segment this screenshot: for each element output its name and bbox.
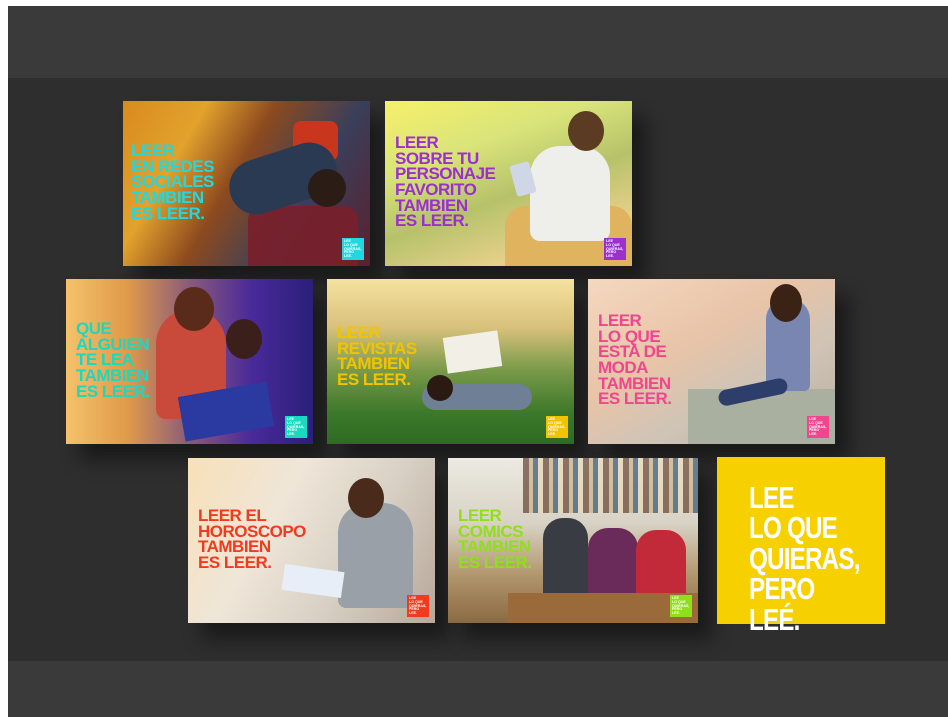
head-shape bbox=[348, 478, 384, 518]
person-shape bbox=[543, 518, 588, 603]
head-shape bbox=[568, 111, 604, 151]
poster-headline: LEER EL HOROSCOPO TAMBIEN ES LEER. bbox=[198, 506, 306, 572]
poster-card-revistas: LEER REVISTAS TAMBIEN ES LEER. LEE LO QU… bbox=[327, 279, 574, 444]
poster-logo-badge: LEE LO QUE QUIERAS, PERO LEE. bbox=[342, 238, 364, 260]
poster-headline: LEER LO QUE ESTA DE MODA TAMBIEN ES LEER… bbox=[598, 311, 672, 409]
slogan-text: LEE LO QUE QUIERAS, PERO LEÉ. bbox=[749, 480, 860, 637]
poster-headline: LEER SOBRE TU PERSONAJE FAVORITO TAMBIEN… bbox=[395, 133, 496, 231]
poster-headline: LEER EN REDES SOCIALES TAMBIEN ES LEER. bbox=[131, 141, 214, 223]
poster-logo-badge: LEE LO QUE QUIERAS, PERO LEE. bbox=[670, 595, 692, 617]
poster-logo-badge: LEE LO QUE QUIERAS, PERO LEE. bbox=[604, 238, 626, 260]
poster-headline: LEER REVISTAS TAMBIEN ES LEER. bbox=[337, 323, 417, 389]
poster-logo-badge: LEE LO QUE QUIERAS, PERO LEE. bbox=[546, 416, 568, 438]
poster-card-personaje-favorito: LEER SOBRE TU PERSONAJE FAVORITO TAMBIEN… bbox=[385, 101, 632, 266]
mother-head-shape bbox=[174, 287, 214, 331]
person-shape bbox=[338, 503, 413, 608]
poster-card-que-alguien-te-lea: QUE ALGUIEN TE LEA TAMBIEN ES LEER. LEE … bbox=[66, 279, 313, 444]
mockup-frame: LEER EN REDES SOCIALES TAMBIEN ES LEER. … bbox=[8, 6, 948, 717]
poster-card-horoscopo: LEER EL HOROSCOPO TAMBIEN ES LEER. LEE L… bbox=[188, 458, 435, 623]
magazine-shape bbox=[442, 330, 503, 374]
slogan-card: LEE LO QUE QUIERAS, PERO LEÉ. bbox=[717, 457, 885, 634]
poster-card-comics: LEER COMICS TAMBIEN ES LEER. LEE LO QUE … bbox=[448, 458, 698, 623]
poster-logo-badge: LEE LO QUE QUIERAS, PERO LEE. bbox=[807, 416, 829, 438]
person-shape bbox=[530, 146, 610, 241]
bookshelf-shape bbox=[523, 458, 698, 513]
poster-logo-badge: LEE LO QUE QUIERAS, PERO LEE. bbox=[285, 416, 307, 438]
poster-card-esta-de-moda: LEER LO QUE ESTA DE MODA TAMBIEN ES LEER… bbox=[588, 279, 835, 444]
poster-headline: QUE ALGUIEN TE LEA TAMBIEN ES LEER. bbox=[76, 319, 150, 401]
poster-logo-badge: LEE LO QUE QUIERAS, PERO LEE. bbox=[407, 595, 429, 617]
poster-card-redes-sociales: LEER EN REDES SOCIALES TAMBIEN ES LEER. … bbox=[123, 101, 370, 266]
head-shape bbox=[427, 375, 453, 401]
child-head-shape bbox=[226, 319, 262, 359]
top-band bbox=[8, 6, 948, 78]
head-shape bbox=[308, 169, 346, 207]
head-shape bbox=[770, 284, 802, 322]
bottom-band bbox=[8, 661, 948, 717]
poster-headline: LEER COMICS TAMBIEN ES LEER. bbox=[458, 506, 532, 572]
